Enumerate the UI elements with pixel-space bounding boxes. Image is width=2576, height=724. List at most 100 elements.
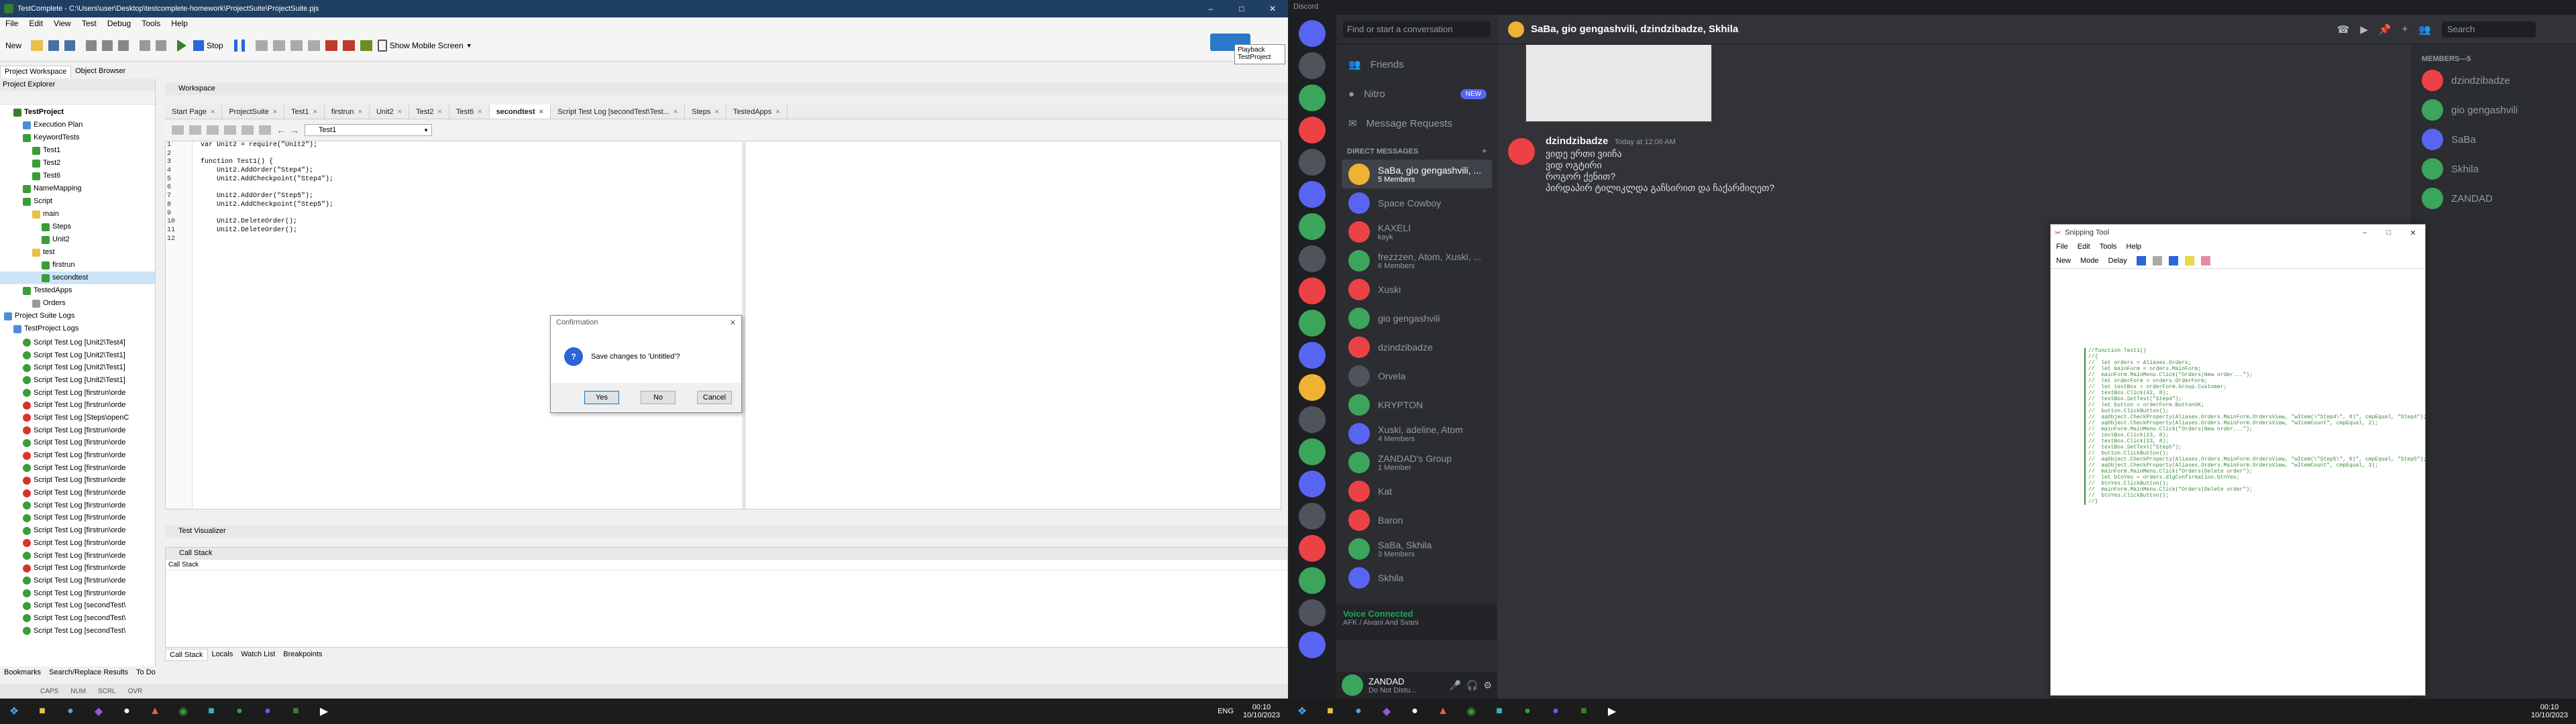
close-icon[interactable]: × [539,108,543,116]
server-icon[interactable] [1299,374,1326,401]
editor-tool-icon[interactable] [259,125,271,135]
save-icon[interactable] [2136,255,2146,265]
clock-date[interactable]: 10/10/2023 [2531,711,2568,719]
close-icon[interactable]: × [313,108,317,116]
document-tab[interactable]: Script Test Log [secondTest\Test... × [551,105,686,119]
copy-icon[interactable] [102,40,113,51]
discord-icon[interactable]: ● [258,701,278,721]
nav-friends[interactable]: 👥 Friends [1342,50,1492,79]
save-all-icon[interactable] [64,40,76,51]
cut-icon[interactable] [86,40,97,51]
log-item[interactable]: Script Test Log [firstrun\orde [0,562,155,575]
checkpoint-icon[interactable] [342,40,355,51]
snip-mode-button[interactable]: Mode [2080,257,2099,265]
log-item[interactable]: Script Test Log [Unit2\Test1] [0,349,155,362]
avatar[interactable] [1508,138,1535,165]
chevron-down-icon[interactable]: ▼ [466,42,472,49]
tab-bookmarks[interactable]: Bookmarks [0,668,45,678]
brave-icon[interactable]: ▲ [145,701,165,721]
log-item[interactable]: Script Test Log [firstrun\orde [0,512,155,525]
start-icon[interactable]: ❖ [4,701,24,721]
open-icon[interactable] [31,40,44,51]
snip-menu-tools[interactable]: Tools [2100,243,2117,251]
tree-item[interactable]: secondtest [0,272,155,284]
save-icon[interactable] [48,40,60,51]
server-icon[interactable] [1299,278,1326,304]
dm-item[interactable]: Kat [1342,477,1492,505]
dm-item[interactable]: Baron [1342,505,1492,534]
log-item[interactable]: Script Test Log [secondTest\ [0,612,155,625]
close-icon[interactable]: × [674,108,678,116]
menu-file[interactable]: File [5,19,18,28]
document-tab[interactable]: secondtest × [489,105,551,119]
stop-button[interactable]: Stop [207,41,223,50]
log-item[interactable]: Script Test Log [firstrun\orde [0,449,155,462]
testcomplete-icon[interactable]: ■ [1574,701,1594,721]
tree-item[interactable]: Steps [0,221,155,233]
menu-debug[interactable]: Debug [107,19,131,28]
close-icon[interactable]: × [211,108,215,116]
mobile-icon[interactable] [377,39,387,52]
server-icon[interactable] [1299,342,1326,369]
app-icon[interactable]: ● [60,701,80,721]
close-icon[interactable]: × [478,108,482,116]
app-icon[interactable]: ● [1348,701,1368,721]
log-item[interactable]: Script Test Log [firstrun\orde [0,587,155,600]
step-icon[interactable] [255,40,268,51]
editor-tool-icon[interactable] [241,125,254,135]
dm-item[interactable]: SaBa, Skhila 3 Members [1342,534,1492,563]
tree-item[interactable]: KeywordTests [0,131,155,144]
routine-select[interactable]: Test1 ▼ [305,124,432,136]
explorer-icon[interactable]: ■ [32,701,52,721]
dm-item[interactable]: Space Cowboy [1342,188,1492,217]
tree-item[interactable]: TestProject [0,106,155,119]
explorer-icon[interactable]: ■ [1320,701,1340,721]
chrome-icon[interactable]: ◉ [1461,701,1481,721]
app-icon[interactable]: ■ [201,701,221,721]
spy-icon[interactable] [325,40,337,51]
dm-item[interactable]: Xuski [1342,275,1492,304]
app-icon[interactable]: ▶ [1602,701,1622,721]
log-item[interactable]: Script Test Log [firstrun\orde [0,399,155,412]
server-icon[interactable] [1299,149,1326,176]
dm-item[interactable]: Orvela [1342,361,1492,390]
new-button[interactable]: New [5,41,21,50]
lang-indicator[interactable]: ENG [1218,707,1234,715]
log-item[interactable]: Script Test Log [firstrun\orde [0,524,155,537]
object-icon[interactable] [360,40,372,51]
tree-item[interactable]: Test6 [0,170,155,182]
log-item[interactable]: Script Test Log [firstrun\orde [0,387,155,400]
message-author[interactable]: dzindzibadze [1546,135,1608,147]
log-item[interactable]: Script Test Log [Unit2\Test1] [0,361,155,374]
highlighter-icon[interactable] [2184,255,2194,265]
tree-item[interactable]: firstrun [0,259,155,272]
visual-studio-icon[interactable]: ◆ [1377,701,1397,721]
snip-menu-help[interactable]: Help [2126,243,2141,251]
close-icon[interactable]: × [358,108,362,116]
tree-item[interactable]: Project Suite Logs [0,310,155,322]
close-icon[interactable]: × [775,108,780,116]
close-icon[interactable]: × [398,108,402,116]
pin-icon[interactable]: 📌 [2379,23,2392,36]
start-icon[interactable]: ❖ [1292,701,1312,721]
plus-icon[interactable]: + [1483,147,1487,156]
dm-item[interactable]: KAXELI kayk [1342,217,1492,246]
server-icon[interactable] [1299,503,1326,530]
editor-tool-icon[interactable] [189,125,201,135]
tree-item[interactable]: NameMapping [0,182,155,195]
app-icon[interactable]: ● [229,701,250,721]
document-tab[interactable]: Start Page × [165,105,223,119]
dm-item[interactable]: Skhila [1342,563,1492,592]
app-icon[interactable]: ● [1405,701,1425,721]
search-bar[interactable]: Find or start a conversation [1336,15,1497,44]
tab-locals[interactable]: Locals [208,649,237,661]
tab-object-browser[interactable]: Object Browser [71,66,129,78]
yes-button[interactable]: Yes [584,391,619,404]
document-tab[interactable]: TestedApps × [727,105,788,119]
log-item[interactable]: Script Test Log [firstrun\orde [0,499,155,512]
maximize-button[interactable]: □ [1226,0,1257,17]
log-item[interactable]: Script Test Log [firstrun\orde [0,537,155,550]
tree-item[interactable]: TestProject Logs [0,322,155,335]
document-tab[interactable]: firstrun × [325,105,370,119]
close-icon[interactable]: × [273,108,277,116]
